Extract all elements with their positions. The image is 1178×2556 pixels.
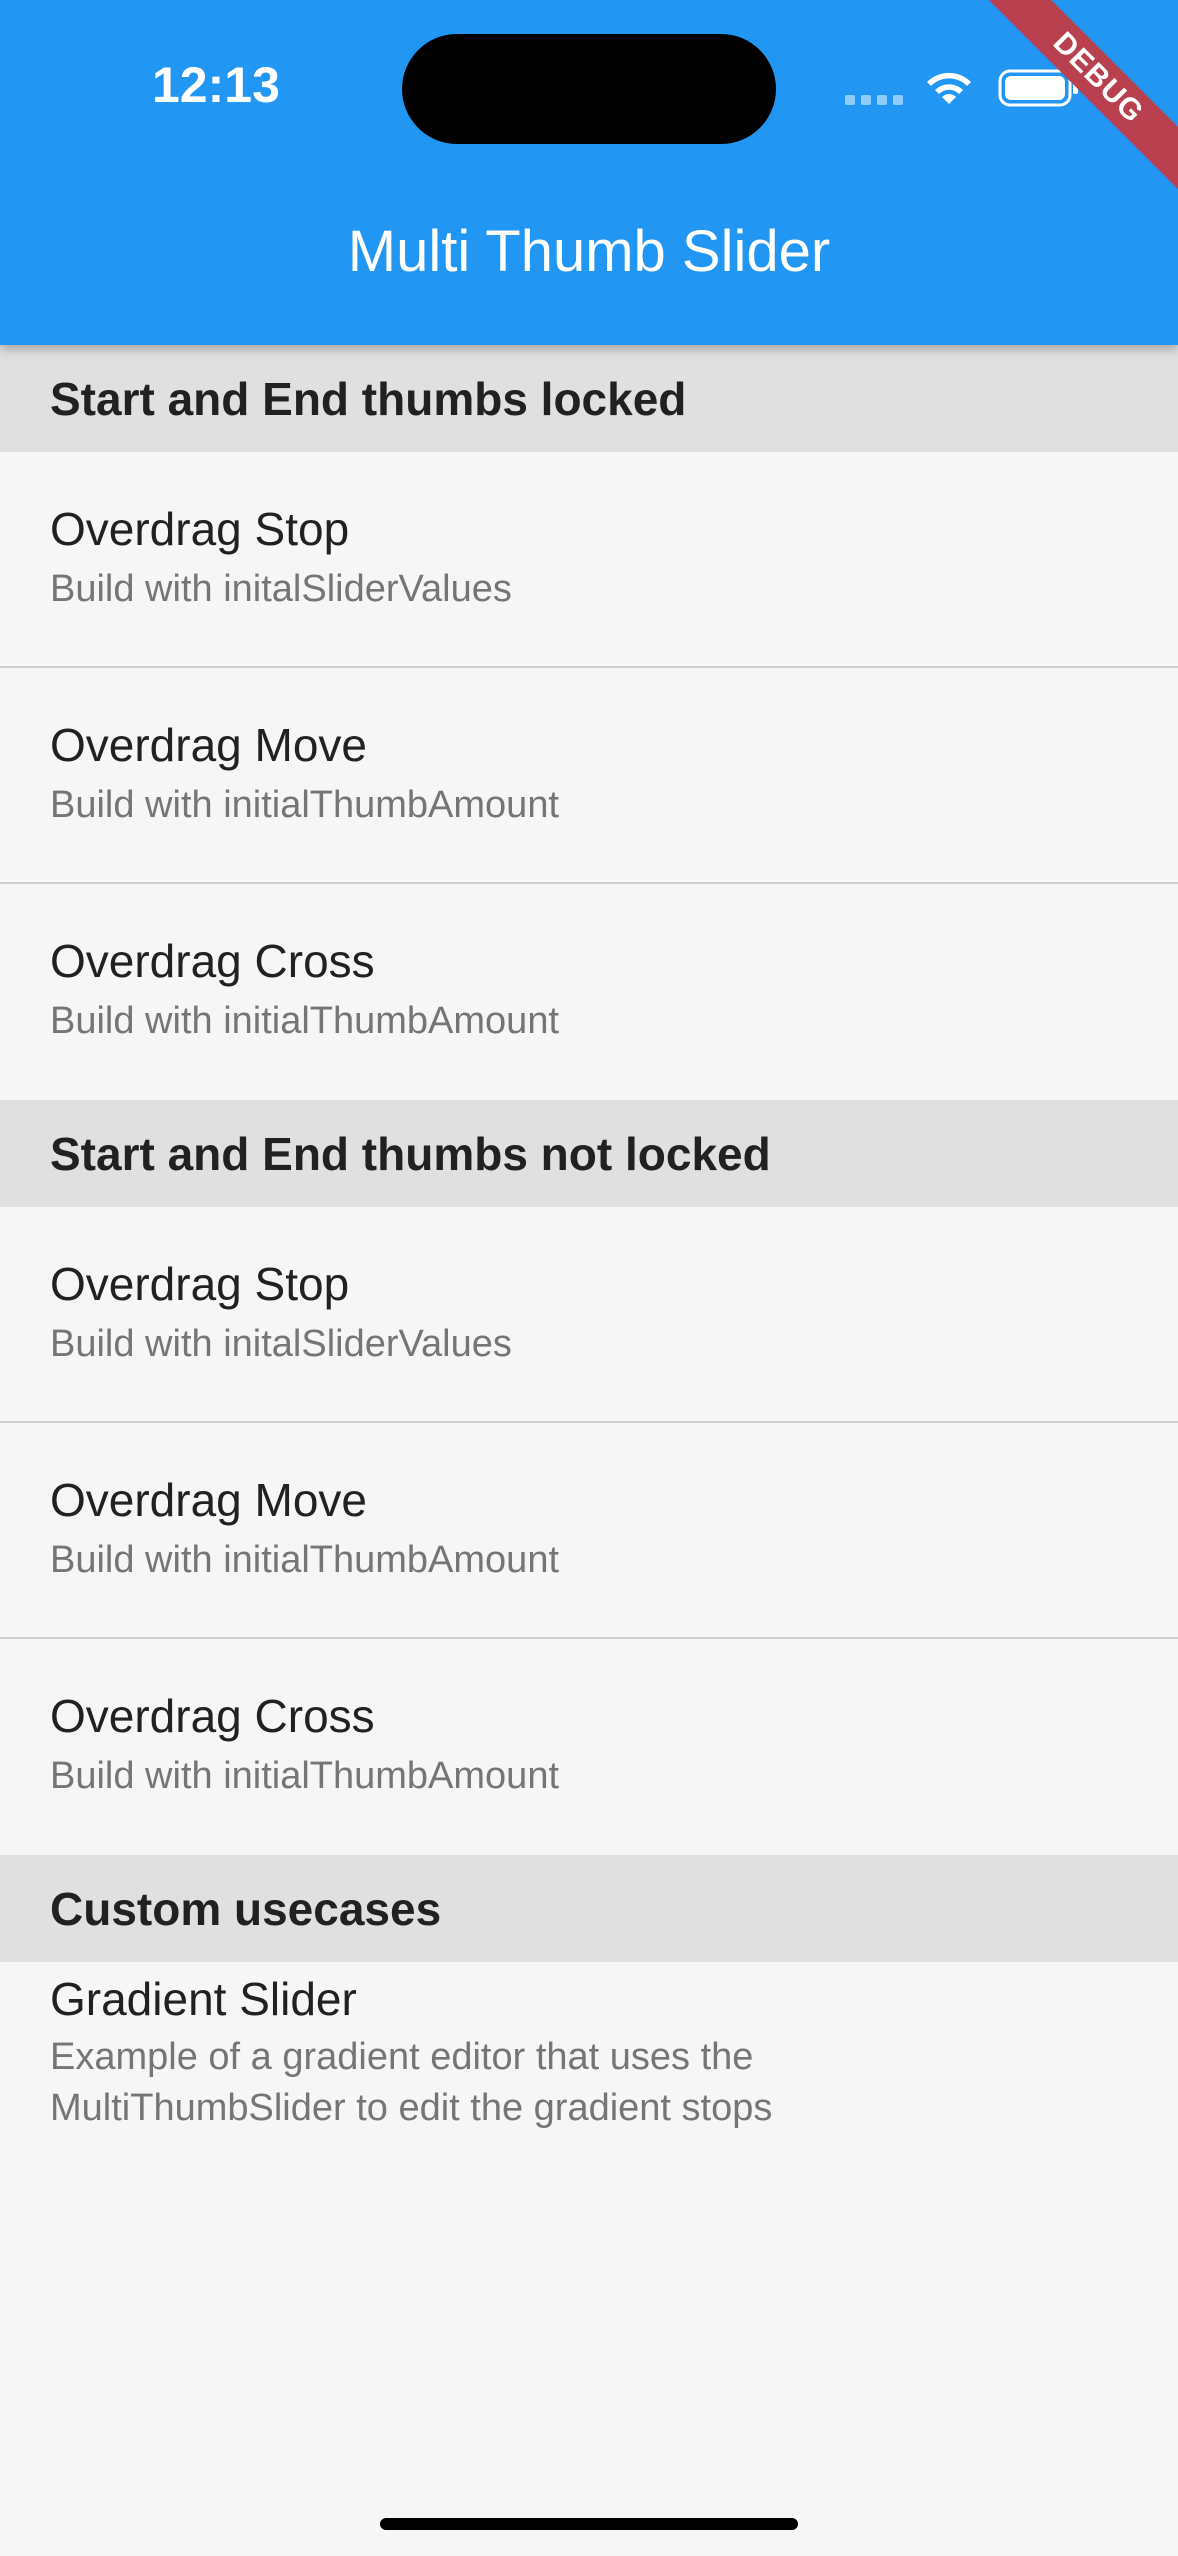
list-item-title: Overdrag Move	[50, 719, 368, 771]
examples-list: Start and End thumbs locked Overdrag Sto…	[0, 345, 1178, 2162]
list-item-subtitle: Build with initialThumbAmount	[50, 1000, 560, 1042]
list-item-title: Overdrag Cross	[50, 1690, 375, 1742]
section-header-locked: Start and End thumbs locked	[0, 345, 1178, 452]
section-header-not-locked: Start and End thumbs not locked	[0, 1100, 1178, 1207]
wifi-icon	[927, 72, 971, 104]
status-time: 12:13	[152, 57, 280, 113]
list-item-title: Overdrag Stop	[50, 1258, 350, 1310]
subtitle-line: Example of a gradient editor that uses t…	[50, 2036, 754, 2078]
list-item-subtitle: Build with initialThumbAmount	[50, 1755, 560, 1797]
list-item-subtitle: Build with initialThumbAmount	[50, 784, 560, 826]
list-item-subtitle: Build with initalSliderValues	[50, 1323, 512, 1365]
list-item-subtitle: Build with initialThumbAmount	[50, 1539, 560, 1581]
list-item[interactable]: Overdrag Cross Build with initialThumbAm…	[0, 1639, 1178, 1855]
debug-banner: DEBUG	[978, 0, 1178, 200]
cellular-signal-icon	[845, 95, 905, 109]
list-item-subtitle: Build with initalSliderValues	[50, 568, 512, 610]
list-item-gradient-slider[interactable]: Gradient Slider Example of a gradient ed…	[0, 1962, 1178, 2162]
list-item-subtitle: Example of a gradient editor that uses t…	[50, 2032, 1050, 2134]
list-item[interactable]: Overdrag Stop Build with initalSliderVal…	[0, 452, 1178, 668]
section-header-custom: Custom usecases	[0, 1855, 1178, 1962]
list-item-title: Overdrag Move	[50, 1474, 368, 1526]
list-item-title: Overdrag Stop	[50, 503, 350, 555]
list-item[interactable]: Overdrag Cross Build with initialThumbAm…	[0, 884, 1178, 1100]
list-item[interactable]: Overdrag Stop Build with initalSliderVal…	[0, 1207, 1178, 1423]
home-indicator[interactable]	[380, 2518, 798, 2530]
list-item-title: Overdrag Cross	[50, 935, 375, 987]
debug-label: DEBUG	[978, 0, 1178, 200]
list-item-title: Gradient Slider	[50, 1973, 357, 2025]
list-item[interactable]: Overdrag Move Build with initialThumbAmo…	[0, 1423, 1178, 1639]
dynamic-island	[402, 34, 776, 144]
page-title: Multi Thumb Slider	[347, 219, 831, 284]
list-item[interactable]: Overdrag Move Build with initialThumbAmo…	[0, 668, 1178, 884]
subtitle-line: MultiThumbSlider to edit the gradient st…	[50, 2087, 773, 2129]
